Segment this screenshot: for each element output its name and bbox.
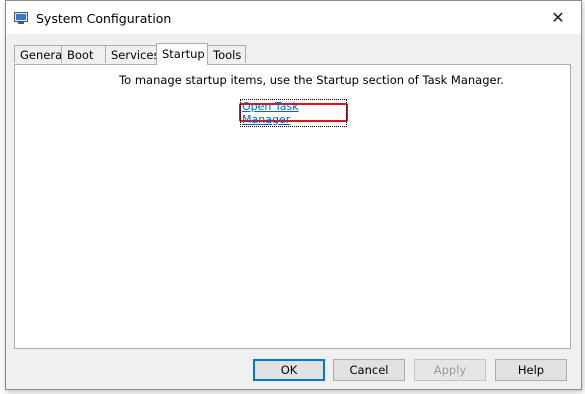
dialog-buttons: OK Cancel Apply Help — [6, 359, 581, 382]
system-configuration-window: System Configuration ✕ General Boot Serv… — [5, 0, 582, 390]
msconfig-icon — [14, 12, 28, 24]
cancel-button[interactable]: Cancel — [333, 359, 405, 381]
open-task-manager-link[interactable]: Open Task Manager — [240, 98, 347, 127]
highlight-box: Open Task Manager — [239, 98, 348, 127]
apply-button[interactable]: Apply — [414, 359, 486, 381]
close-icon: ✕ — [551, 8, 565, 27]
tab-general[interactable]: General — [14, 45, 65, 63]
title-bar[interactable]: System Configuration ✕ — [6, 1, 581, 34]
window-title: System Configuration — [36, 11, 172, 26]
close-button[interactable]: ✕ — [535, 1, 581, 34]
tab-tools[interactable]: Tools — [207, 45, 246, 63]
help-button[interactable]: Help — [495, 359, 567, 381]
startup-info-text: To manage startup items, use the Startup… — [119, 73, 504, 87]
tab-services[interactable]: Services — [105, 45, 160, 63]
tab-startup[interactable]: Startup — [156, 43, 208, 65]
startup-tab-panel: To manage startup items, use the Startup… — [14, 64, 571, 349]
ok-button[interactable]: OK — [253, 359, 325, 381]
tab-boot[interactable]: Boot — [61, 45, 106, 63]
